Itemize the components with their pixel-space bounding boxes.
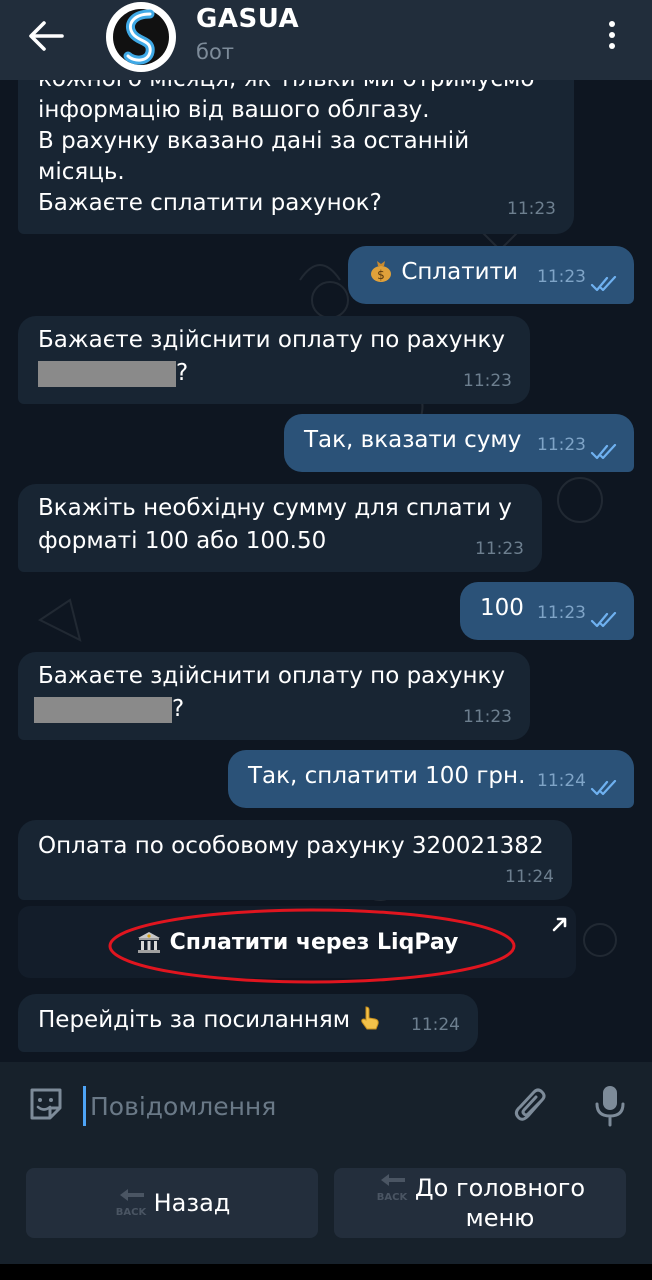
message-time: 11:24 [537, 771, 586, 791]
read-checks-icon [590, 612, 617, 628]
message-time: 11:23 [507, 199, 556, 219]
incoming-message[interactable]: кожного місяця, як тільки ми отримуємо і… [18, 80, 574, 234]
keyboard-button-label-line: меню [465, 1204, 535, 1232]
redacted-account-number [34, 696, 172, 723]
message-time: 11:23 [537, 435, 586, 455]
money-bag-icon: $ [371, 261, 391, 282]
keyboard-button-label: Назад [153, 1189, 231, 1217]
message-line: форматі 100 або 100.50 [38, 528, 327, 554]
pay-liqpay-inline-button[interactable]: Сплатити через LiqPay [18, 906, 576, 978]
outgoing-message[interactable]: Так, сплатити 100 грн. 11:24 [228, 750, 634, 808]
keyboard-back-button[interactable]: BACK Назад [26, 1168, 318, 1238]
text-caret [83, 1086, 86, 1126]
message-line: ? [38, 357, 510, 390]
message-input[interactable] [90, 1086, 480, 1126]
message-line: кожного місяця, як тільки ми отримуємо [38, 80, 554, 95]
message-line: інформацію від вашого облгазу. [38, 97, 430, 123]
chat-subtitle: бот [196, 40, 235, 64]
microphone-icon[interactable] [590, 1082, 630, 1130]
incoming-message[interactable]: Бажаєте здійснити оплату по рахунку ? 11… [18, 652, 530, 740]
incoming-message[interactable]: Перейдіть за посиланням 11:24 [18, 994, 478, 1052]
system-navigation-bar [0, 1264, 652, 1280]
bot-avatar[interactable] [106, 2, 176, 72]
more-menu-icon[interactable] [598, 16, 626, 56]
keyboard-main-menu-button[interactable]: BACK До головного меню [334, 1168, 626, 1238]
message-line: В рахунку вказано дані за останній [38, 128, 470, 154]
message-line-end: ? [176, 360, 189, 386]
pointing-hand-icon [361, 1006, 380, 1030]
message-text: Перейдіть за посиланням [38, 1007, 351, 1033]
svg-text:BACK: BACK [115, 1207, 147, 1218]
bot-reply-keyboard: BACK Назад BACK До головного меню [0, 1150, 652, 1280]
message-time: 11:23 [537, 603, 586, 623]
sticker-emoji-icon[interactable] [26, 1084, 66, 1124]
message-line-end: ? [172, 696, 185, 722]
inline-button-label: Сплатити через LiqPay [169, 929, 459, 955]
incoming-message[interactable]: Бажаєте здійснити оплату по рахунку ? 11… [18, 316, 530, 404]
incoming-message[interactable]: Вкажіть необхідну сумму для сплати у фор… [18, 484, 542, 572]
outgoing-message[interactable]: 100 11:23 [460, 582, 634, 640]
keyboard-button-label: До головного меню [415, 1173, 585, 1233]
message-line: Вкажіть необхідну сумму для сплати у [38, 495, 512, 521]
message-time: 11:23 [463, 371, 512, 391]
svg-text:BACK: BACK [377, 1192, 409, 1203]
message-line: ? [34, 693, 510, 726]
message-text: Так, сплатити 100 грн. [248, 763, 526, 789]
incoming-message[interactable]: Оплата по особовому рахунку 320021382 11… [18, 820, 572, 900]
message-text: кожного місяця, як тільки ми отримуємо і… [38, 80, 554, 219]
chat-header: GASUA бот [0, 0, 652, 80]
message-time: 11:24 [411, 1015, 460, 1035]
message-time: 11:23 [475, 539, 524, 559]
message-line: Бажаєте здійснити оплату по рахунку [38, 663, 506, 689]
bank-icon [137, 932, 160, 953]
message-time: 11:23 [463, 707, 512, 727]
message-text: Сплатити [401, 259, 518, 285]
external-link-arrow-icon [552, 917, 567, 932]
message-line: Оплата по особовому рахунку 320021382 [38, 833, 544, 859]
message-text: Так, вказати суму [304, 427, 522, 453]
message-text: 100 [480, 595, 524, 621]
svg-text:$: $ [377, 268, 385, 282]
message-line: місяць. [38, 159, 125, 185]
keyboard-button-label-line: До головного [414, 1174, 586, 1202]
chat-title[interactable]: GASUA [196, 4, 299, 34]
message-line: Бажаєте здійснити оплату по рахунку [38, 327, 506, 353]
message-list[interactable]: кожного місяця, як тільки ми отримуємо і… [0, 80, 652, 1062]
attach-paperclip-icon[interactable] [512, 1084, 552, 1128]
outgoing-message[interactable]: Так, вказати суму 11:23 [284, 414, 634, 472]
outgoing-message[interactable]: $ Сплатити 11:23 [348, 246, 634, 304]
back-arrow-emoji-icon: BACK [115, 1189, 147, 1218]
back-arrow-icon[interactable] [26, 18, 66, 54]
read-checks-icon [590, 444, 617, 460]
read-checks-icon [590, 276, 617, 292]
message-time: 11:23 [537, 267, 586, 287]
back-arrow-emoji-icon: BACK [377, 1174, 409, 1203]
redacted-account-number [38, 360, 176, 387]
message-line: Бажаєте сплатити рахунок? [38, 190, 382, 216]
gasua-logo-icon [108, 4, 174, 70]
message-composer [0, 1062, 652, 1150]
read-checks-icon [590, 780, 617, 796]
message-time: 11:24 [505, 867, 554, 887]
